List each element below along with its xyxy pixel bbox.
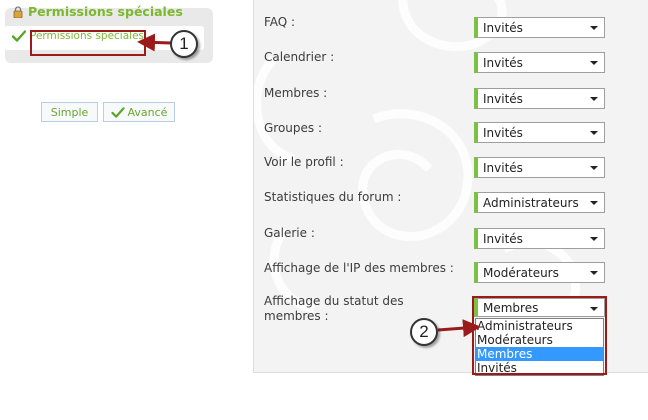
select-faq-value: Invités <box>483 20 523 35</box>
select-ip-membres-value: Modérateurs <box>483 265 559 280</box>
select-membres-value: Invités <box>483 91 523 106</box>
chevron-down-icon <box>590 271 598 275</box>
chevron-down-icon <box>590 201 598 205</box>
callout-badge-1: 1 <box>170 30 198 58</box>
chevron-down-icon <box>590 166 598 170</box>
select-galerie[interactable]: Invités <box>474 228 605 249</box>
label-membres: Membres : <box>264 86 328 100</box>
callout-badge-2-text: 2 <box>419 322 429 341</box>
select-statistiques-value: Administrateurs <box>483 195 579 210</box>
label-ip-membres: Affichage de l'IP des membres : <box>264 261 454 275</box>
select-calendrier-value: Invités <box>483 55 523 70</box>
label-statut-membres-line1: Affichage du statut des <box>264 294 404 308</box>
label-faq: FAQ : <box>264 15 296 29</box>
chevron-down-icon <box>590 97 598 101</box>
select-membres[interactable]: Invités <box>474 88 605 109</box>
simple-mode-button[interactable]: Simple <box>41 102 98 122</box>
label-voir-profil: Voir le profil : <box>264 155 344 169</box>
select-voir-profil-value: Invités <box>483 160 523 175</box>
select-ip-membres[interactable]: Modérateurs <box>474 262 605 283</box>
highlight-box-2 <box>472 296 607 375</box>
label-calendrier: Calendrier : <box>264 50 335 64</box>
select-groupes[interactable]: Invités <box>474 122 605 143</box>
advanced-mode-label: Avancé <box>127 105 168 119</box>
label-galerie: Galerie : <box>264 226 315 240</box>
chevron-down-icon <box>590 61 598 65</box>
advanced-mode-button[interactable]: Avancé <box>103 102 175 122</box>
label-statut-membres: Affichage du statut des membres : <box>264 294 404 324</box>
select-groupes-value: Invités <box>483 125 523 140</box>
highlight-box-1 <box>30 30 146 56</box>
chevron-down-icon <box>590 26 598 30</box>
select-galerie-value: Invités <box>483 231 523 246</box>
select-calendrier[interactable]: Invités <box>474 52 605 73</box>
lock-icon <box>13 5 23 18</box>
select-voir-profil[interactable]: Invités <box>474 157 605 178</box>
simple-mode-label: Simple <box>50 105 89 119</box>
chevron-down-icon <box>590 237 598 241</box>
checkmark-icon <box>110 106 125 118</box>
special-permissions-title: Permissions spéciales <box>12 4 183 19</box>
select-statistiques[interactable]: Administrateurs <box>474 192 605 213</box>
chevron-down-icon <box>590 131 598 135</box>
callout-badge-1-text: 1 <box>179 34 189 53</box>
checkmark-icon <box>12 30 26 42</box>
label-statistiques: Statistiques du forum : <box>264 190 402 204</box>
label-groupes: Groupes : <box>264 121 323 135</box>
label-statut-membres-line2: membres : <box>264 309 329 323</box>
special-permissions-title-text: Permissions spéciales <box>28 4 183 19</box>
callout-badge-2: 2 <box>410 318 438 346</box>
select-faq[interactable]: Invités <box>474 17 605 38</box>
